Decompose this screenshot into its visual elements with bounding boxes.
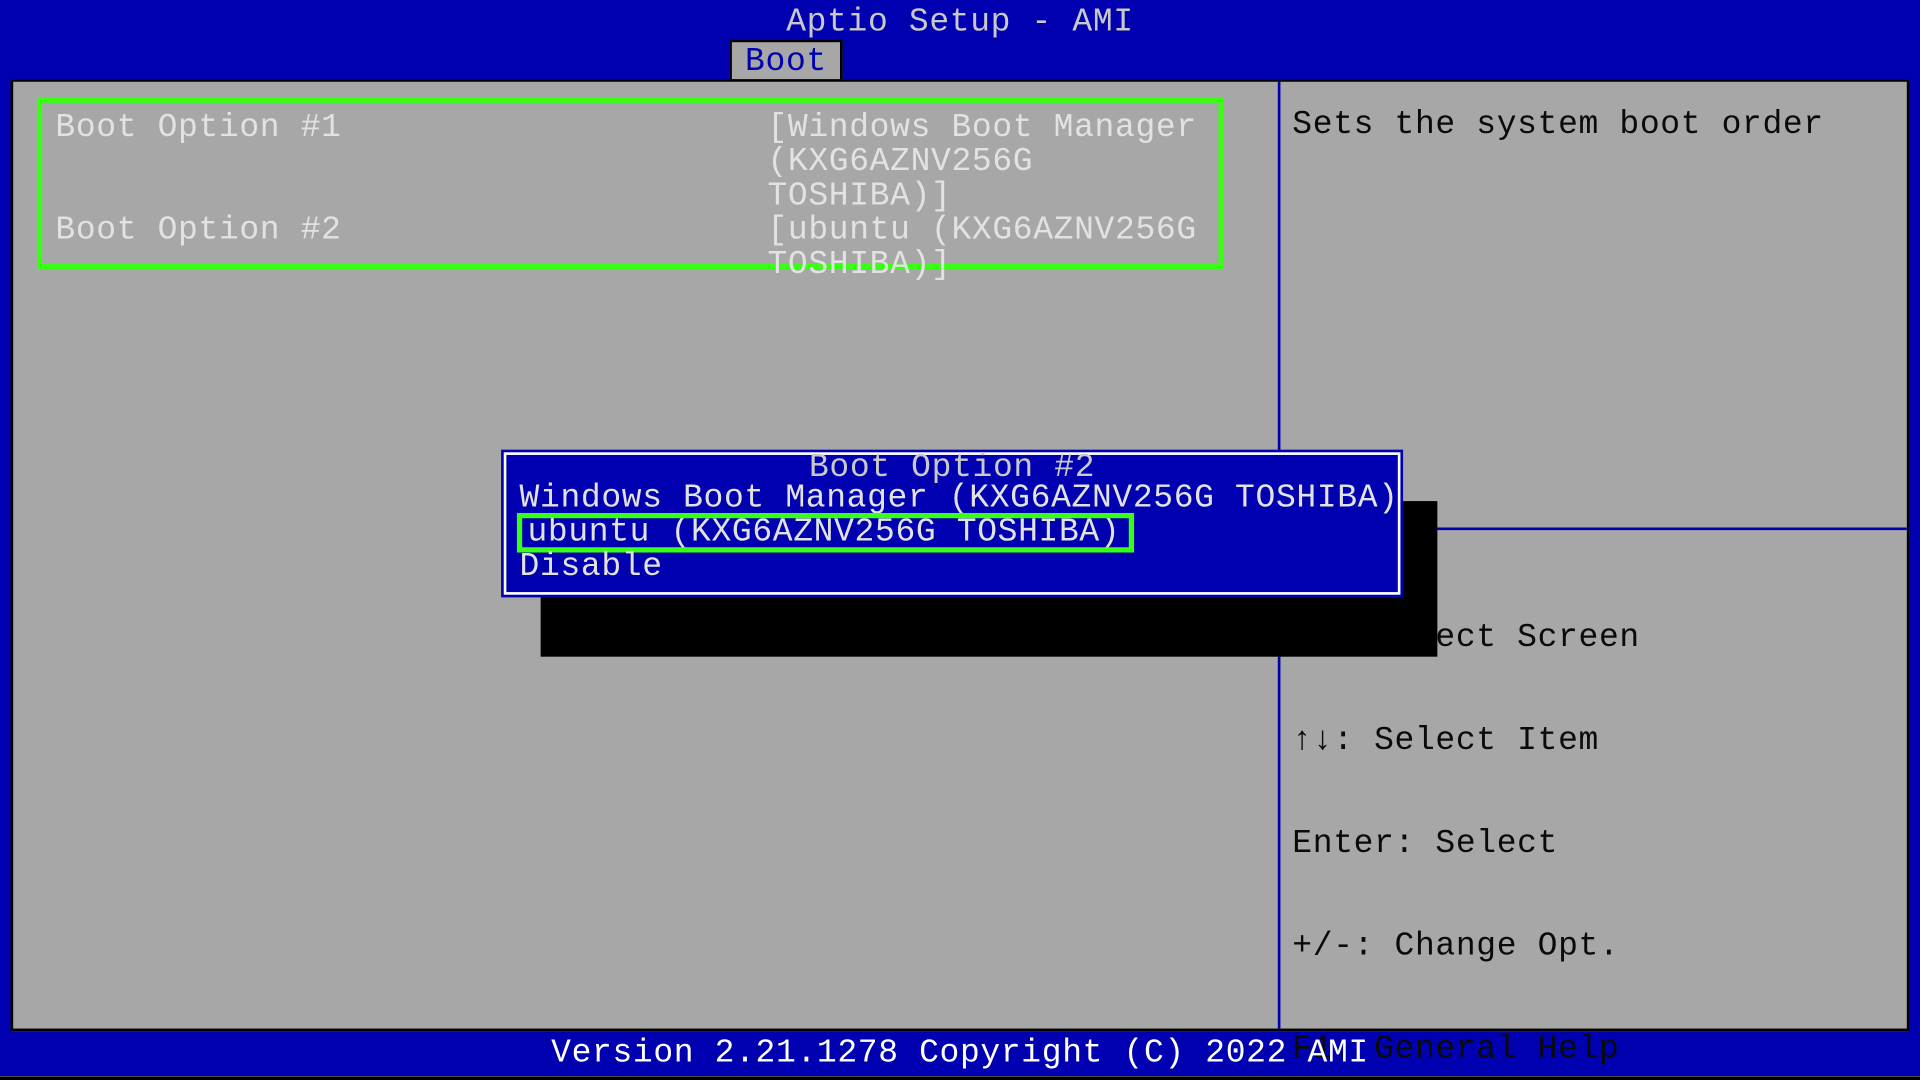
- key-help-line: Enter: Select: [1292, 827, 1888, 861]
- popup-item-selected[interactable]: ubuntu (KXG6AZNV256G TOSHIBA): [520, 516, 1131, 550]
- footer-version: Version 2.21.1278 Copyright (C) 2022 AMI: [0, 1036, 1920, 1070]
- boot-options-group: Boot Option #1 [Windows Boot Manager (KX…: [37, 98, 1224, 269]
- key-help-line: +/-: Change Opt.: [1292, 930, 1888, 964]
- boot-option-value: [ubuntu (KXG6AZNV256G TOSHIBA)]: [767, 214, 1210, 283]
- boot-option-row[interactable]: Boot Option #2 [ubuntu (KXG6AZNV256G TOS…: [42, 214, 1218, 283]
- boot-option-popup: Boot Option #2 Windows Boot Manager (KXG…: [501, 450, 1403, 598]
- popup-item[interactable]: Disable: [506, 550, 1397, 584]
- boot-option-value: [Windows Boot Manager (KXG6AZNV256G TOSH…: [767, 111, 1210, 214]
- key-help-line: ↑↓: Select Item: [1292, 724, 1888, 758]
- bios-frame: Aptio Setup - AMI Boot Boot Option #1 [W…: [0, 0, 1920, 1076]
- popup-title: Boot Option #2: [506, 451, 1397, 485]
- tab-boot[interactable]: Boot: [729, 40, 842, 85]
- help-description: Sets the system boot order: [1292, 108, 1888, 142]
- bios-title: Aptio Setup - AMI: [0, 5, 1920, 39]
- boot-option-label: Boot Option #2: [55, 214, 767, 248]
- boot-option-label: Boot Option #1: [55, 111, 767, 145]
- boot-option-row[interactable]: Boot Option #1 [Windows Boot Manager (KX…: [42, 111, 1218, 214]
